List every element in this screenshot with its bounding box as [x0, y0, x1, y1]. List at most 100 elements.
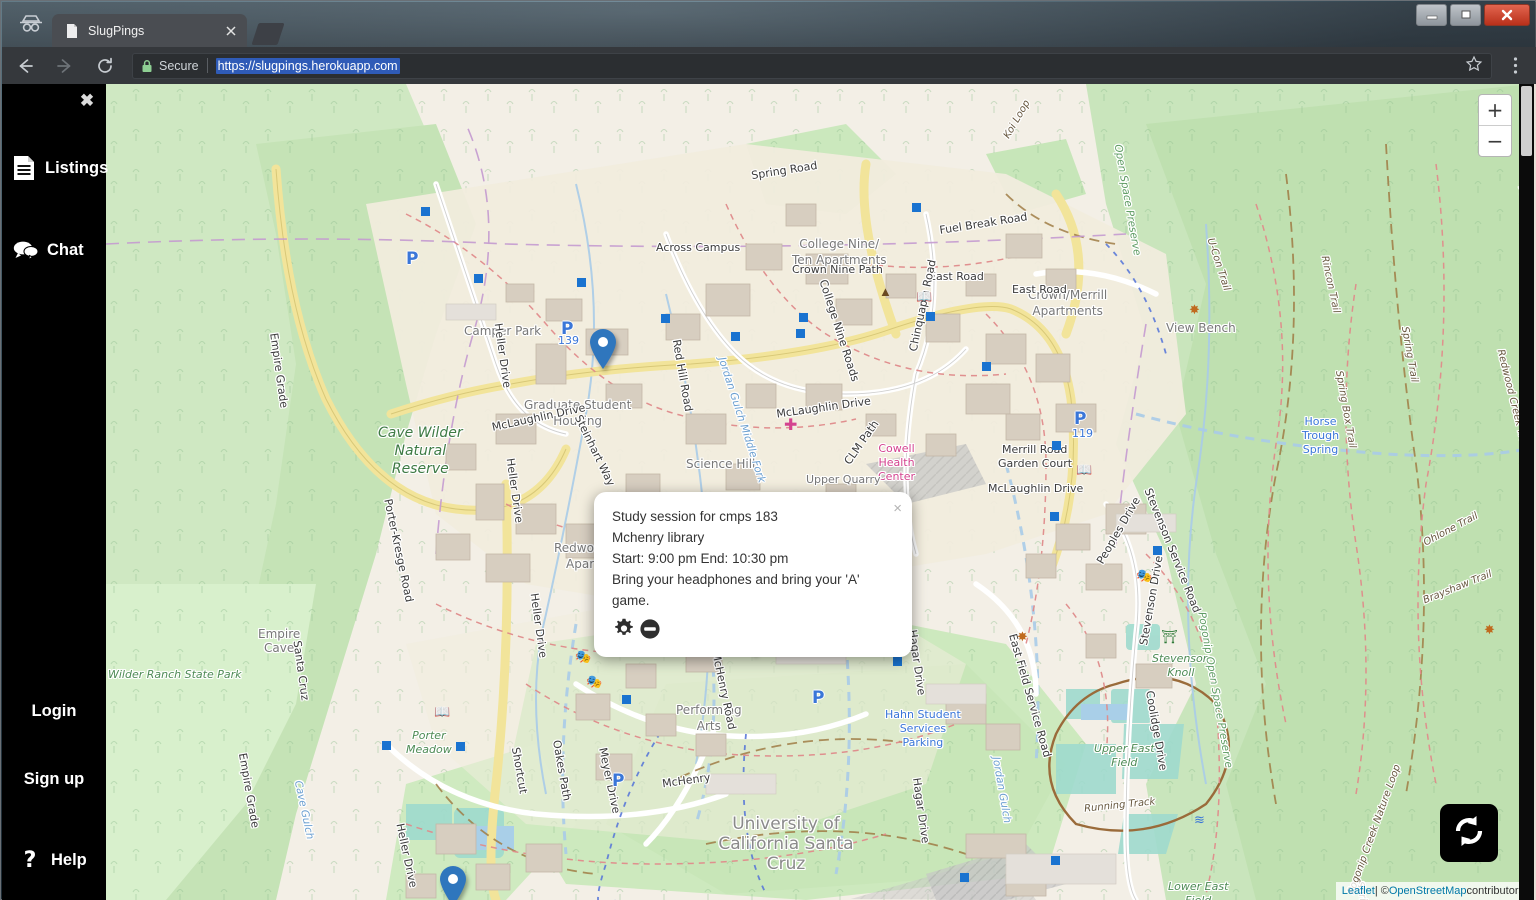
- theatre-icon: 🎭: [586, 674, 603, 689]
- poi-dot: [796, 329, 805, 338]
- popup-actions: [612, 617, 894, 647]
- minus-circle-icon[interactable]: [638, 617, 662, 647]
- sidebar-item-listings[interactable]: Listings: [2, 154, 114, 182]
- url-text[interactable]: https://slugpings.herokuapp.com: [215, 57, 400, 74]
- poi-dot: [577, 278, 586, 287]
- library-icon: 📖: [434, 704, 451, 719]
- attribution-tail: contributors: [1466, 885, 1524, 897]
- browser-toolbar: Secure https://slugpings.herokuapp.com: [2, 47, 1536, 84]
- poi-dot: [1051, 856, 1060, 865]
- poi-dot: [421, 207, 430, 216]
- address-bar[interactable]: Secure https://slugpings.herokuapp.com: [132, 52, 1492, 79]
- poi-dot: [960, 873, 969, 882]
- lock-icon: [141, 59, 153, 73]
- scrollbar-thumb[interactable]: [1521, 86, 1532, 156]
- incognito-icon: [12, 8, 50, 40]
- maximize-button[interactable]: [1450, 4, 1481, 26]
- parking-icon-119: P: [1074, 409, 1087, 429]
- page-viewport: Cave Wilder Natural Reserve Camper Park Gr…: [2, 84, 1536, 900]
- window-controls: [1416, 4, 1530, 26]
- poi-dot: [926, 312, 935, 321]
- gear-icon[interactable]: [612, 617, 636, 647]
- reload-icon[interactable]: [88, 51, 122, 81]
- swimming-icon: ≋: [1194, 812, 1205, 827]
- attribution-separator: | ©: [1374, 885, 1389, 897]
- marker-porter-kresge[interactable]: [589, 328, 617, 370]
- omnibox-divider: [206, 58, 208, 73]
- event-popup: × Study session for cmps 183 Mchenry lib…: [594, 492, 912, 657]
- fireplace-icon: ▲: [879, 284, 892, 299]
- hospital-icon: ✚: [784, 417, 798, 434]
- poi-dot: [661, 314, 670, 323]
- window-frame: SlugPings Secure https://slugpings.herok…: [0, 0, 1536, 900]
- poi-dot: [799, 313, 808, 322]
- question-mark-icon: ?: [16, 846, 44, 874]
- poi-dot: [474, 274, 483, 283]
- viewpoint-icon: ✸: [1189, 302, 1200, 317]
- poi-dot: [731, 332, 740, 341]
- sidebar-close-button[interactable]: ✖: [76, 90, 98, 112]
- viewpoint-icon: ✸: [1017, 629, 1028, 644]
- close-button[interactable]: [1484, 4, 1530, 26]
- sidebar-item-help[interactable]: ? Help: [2, 846, 120, 874]
- leaflet-link[interactable]: Leaflet: [1342, 885, 1375, 897]
- poi-dot: [1052, 441, 1061, 450]
- poi-dot: [982, 362, 991, 371]
- picnic-icon: ⛩: [1161, 629, 1178, 644]
- sidebar-item-signup[interactable]: Sign up: [2, 770, 106, 789]
- svg-text:?: ?: [24, 848, 37, 873]
- sync-refresh-icon: [1451, 813, 1487, 854]
- browser-tabstrip: SlugPings: [2, 2, 1536, 47]
- viewpoint-icon: ✸: [1484, 622, 1495, 637]
- sidebar-item-login[interactable]: Login: [2, 702, 106, 721]
- marker-family-student-housing[interactable]: [439, 865, 467, 900]
- sidebar-item-label: Help: [51, 850, 87, 869]
- sidebar-item-label: Chat: [47, 240, 84, 259]
- library-icon: 📖: [916, 289, 933, 304]
- refresh-button[interactable]: [1440, 804, 1498, 862]
- parking-icon-hahn: P: [812, 688, 825, 708]
- poi-dot: [1153, 546, 1162, 555]
- close-icon[interactable]: [223, 23, 239, 39]
- page-scrollbar[interactable]: [1519, 84, 1534, 900]
- star-icon[interactable]: [1465, 55, 1483, 76]
- poi-dot: [456, 742, 465, 751]
- forward-arrow-icon[interactable]: [48, 51, 82, 81]
- openstreetmap-link[interactable]: OpenStreetMap: [1389, 885, 1467, 897]
- popup-time: Start: 9:00 pm End: 10:30 pm: [612, 551, 789, 566]
- poi-dot: [912, 203, 921, 212]
- browser-window: SlugPings Secure https://slugpings.herok…: [0, 0, 1536, 900]
- chat-bubbles-icon: [12, 236, 40, 264]
- map-attribution: Leaflet | © OpenStreetMap contributors: [1335, 882, 1530, 900]
- popup-title: Study session for cmps 183: [612, 509, 778, 524]
- tab-title: SlugPings: [88, 23, 145, 38]
- three-dots-icon[interactable]: [1500, 56, 1530, 75]
- app-sidebar: ✖ Listings Chat Login Sign up ? Help: [2, 84, 108, 900]
- page-icon: [64, 23, 80, 39]
- map-zoom-control: + −: [1478, 94, 1512, 157]
- poi-dot: [893, 657, 902, 666]
- sidebar-item-chat[interactable]: Chat: [2, 236, 116, 264]
- poi-dot: [622, 695, 631, 704]
- poi-dot: [1050, 512, 1059, 521]
- parking-icon-mchenry: P: [612, 771, 625, 791]
- document-icon: [10, 154, 38, 182]
- popup-location: Mchenry library: [612, 530, 705, 545]
- parking-icon-a: P: [406, 249, 419, 269]
- browser-tab[interactable]: SlugPings: [52, 14, 247, 47]
- security-label: Secure: [159, 58, 199, 73]
- popup-description: Bring your headphones and bring your 'A'…: [612, 572, 860, 608]
- theatre-icon: 🎭: [1136, 568, 1153, 583]
- sidebar-item-label: Login: [31, 702, 77, 720]
- sidebar-item-label: Listings: [45, 158, 109, 177]
- library-icon: 📖: [1076, 462, 1093, 477]
- sidebar-item-label: Sign up: [23, 770, 85, 788]
- back-arrow-icon[interactable]: [8, 51, 42, 81]
- minimize-button[interactable]: [1416, 4, 1447, 26]
- theatre-icon: 🎭: [575, 649, 592, 664]
- popup-close-button[interactable]: ×: [893, 498, 902, 519]
- poi-dot: [382, 741, 391, 750]
- zoom-in-button[interactable]: +: [1479, 95, 1511, 126]
- parking-icon-139: P: [561, 319, 574, 339]
- zoom-out-button[interactable]: −: [1479, 126, 1511, 156]
